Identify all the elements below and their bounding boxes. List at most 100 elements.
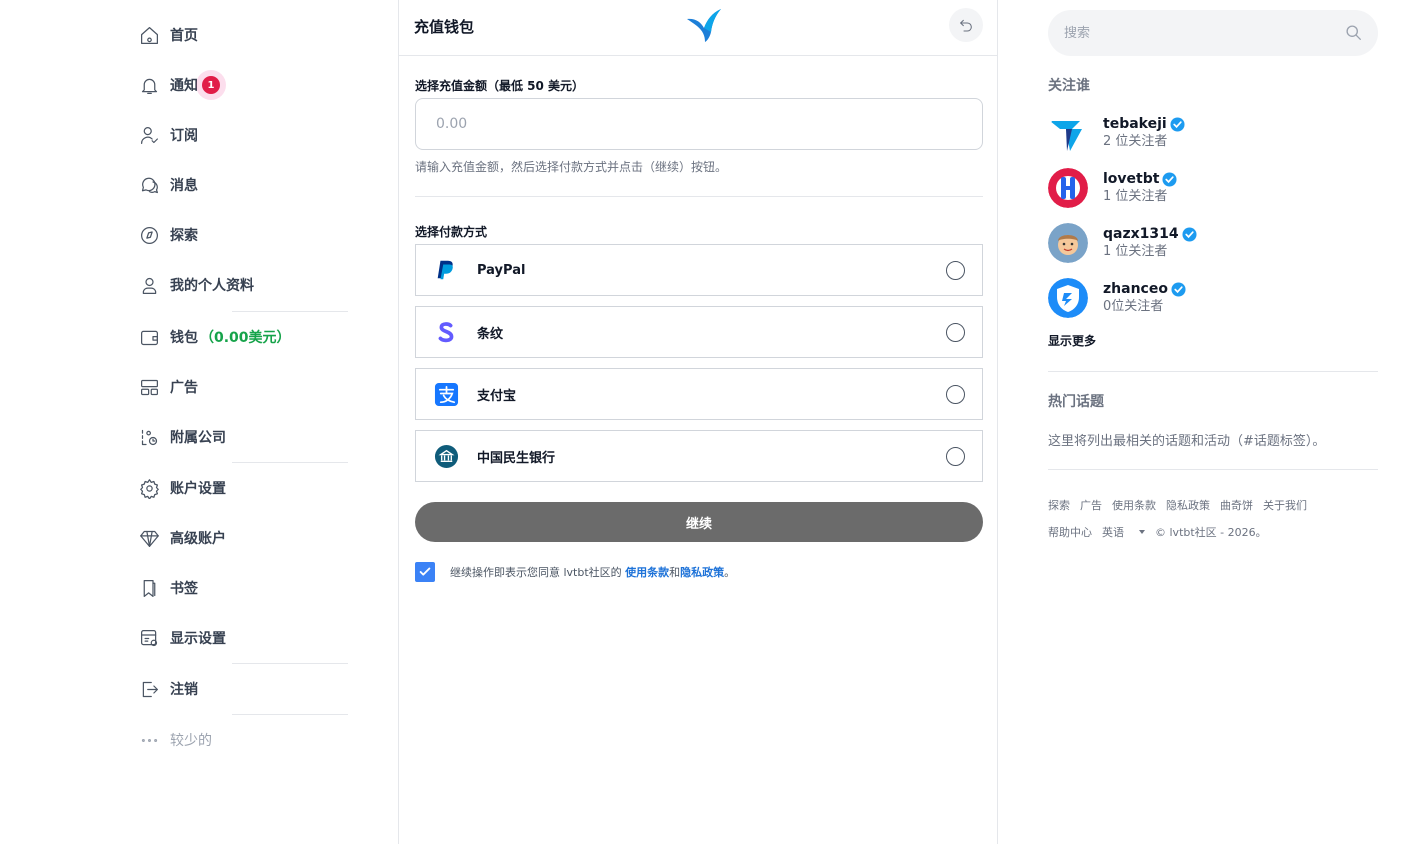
sidebar-item-subscriptions[interactable]: 订阅 [138, 120, 198, 150]
follower-count: 0位关注者 [1103, 299, 1164, 314]
bookmark-icon [138, 577, 160, 599]
payment-option-cmbc[interactable]: 中国民生银行 [415, 430, 983, 482]
layout-icon [138, 376, 160, 398]
sidebar-item-home[interactable]: 首页 [138, 20, 198, 50]
left-sidebar: 首页 通知 1 订阅 消息 探索 我的个人资料 钱包 （0.00美元） 广告 附… [0, 0, 398, 844]
sidebar-item-display-settings[interactable]: 显示设置 [138, 623, 226, 653]
footer-links-row2: 帮助中心 英语 © lvtbt社区 - 2026。 [1048, 524, 1277, 540]
follow-user-item[interactable]: lovetbt 1 位关注者 [1048, 167, 1378, 209]
sidebar-item-notifications[interactable]: 通知 1 [138, 70, 226, 100]
agree-text: 继续操作即表示您同意 lvtbt社区的 使用条款和隐私政策。 [450, 566, 736, 579]
who-to-follow-heading: 关注谁 [1048, 78, 1090, 94]
language-selector[interactable]: 英语 [1102, 524, 1145, 540]
payment-option-stripe[interactable]: 条纹 [415, 306, 983, 358]
sidebar-item-label: 钱包 [170, 330, 198, 346]
sidebar-item-label: 通知 [170, 78, 198, 94]
payment-option-paypal[interactable]: PayPal [415, 244, 983, 296]
footer-link-ads[interactable]: 广告 [1080, 497, 1102, 513]
avatar [1048, 223, 1088, 263]
section-divider [415, 196, 983, 197]
home-icon [138, 24, 160, 46]
username: qazx1314 [1103, 226, 1179, 242]
compass-icon [138, 224, 160, 246]
amount-input[interactable] [415, 98, 983, 150]
chat-icon [138, 174, 160, 196]
undo-icon [960, 19, 972, 32]
sidebar-item-label: 广告 [170, 380, 198, 396]
verified-icon [1182, 227, 1197, 242]
sidebar-item-account-settings[interactable]: 账户设置 [138, 473, 226, 503]
payment-label: 选择付款方式 [415, 225, 488, 239]
radio-button[interactable] [946, 261, 965, 280]
radio-button[interactable] [946, 385, 965, 404]
bird-logo-icon[interactable] [685, 8, 723, 42]
notification-badge: 1 [196, 70, 226, 100]
payment-option-alipay[interactable]: 支付宝 [415, 368, 983, 420]
terms-link[interactable]: 使用条款 [625, 566, 669, 579]
sidebar-item-less[interactable]: 较少的 [138, 725, 212, 755]
sidebar-item-label: 注销 [170, 682, 198, 698]
footer-link-explore[interactable]: 探索 [1048, 497, 1070, 513]
sidebar-item-label: 附属公司 [170, 430, 226, 446]
footer-link-terms[interactable]: 使用条款 [1112, 497, 1156, 513]
amount-label: 选择充值金额（最低 50 美元） [415, 79, 585, 93]
wallet-icon [138, 326, 160, 348]
right-sidebar: 关注谁 tebakeji 2 位关注者 lovetbt 1 位关注者 qazx1… [1048, 0, 1378, 844]
user-check-icon [138, 124, 160, 146]
payment-name: 中国民生银行 [477, 450, 556, 466]
agree-checkbox[interactable] [415, 562, 435, 582]
search-icon[interactable] [1345, 24, 1362, 41]
follow-user-item[interactable]: qazx1314 1 位关注者 [1048, 222, 1378, 264]
section-divider [1048, 469, 1378, 470]
sidebar-item-label: 账户设置 [170, 481, 226, 497]
sidebar-item-label: 消息 [170, 178, 198, 194]
sidebar-item-premium[interactable]: 高级账户 [138, 523, 226, 553]
avatar [1048, 168, 1088, 208]
username: tebakeji [1103, 116, 1167, 132]
search-input[interactable] [1048, 10, 1378, 56]
privacy-link[interactable]: 隐私政策 [680, 566, 724, 579]
wallet-balance: （0.00美元） [200, 330, 291, 346]
sidebar-item-bookmarks[interactable]: 书签 [138, 573, 198, 603]
panel-header: 充值钱包 [399, 0, 997, 56]
copyright: © lvtbt社区 - 2026。 [1155, 526, 1267, 539]
sidebar-item-label: 较少的 [170, 733, 212, 749]
sidebar-item-wallet[interactable]: 钱包 （0.00美元） [138, 322, 291, 352]
verified-icon [1170, 117, 1185, 132]
sidebar-item-label: 书签 [170, 581, 198, 597]
follower-count: 1 位关注者 [1103, 244, 1168, 259]
caret-down-icon [1139, 530, 1145, 534]
sidebar-item-profile[interactable]: 我的个人资料 [138, 270, 254, 300]
section-divider [1048, 371, 1378, 372]
footer-link-privacy[interactable]: 隐私政策 [1166, 497, 1210, 513]
sidebar-item-affiliates[interactable]: 附属公司 [138, 422, 226, 452]
follow-user-item[interactable]: zhanceo 0位关注者 [1048, 277, 1378, 319]
sidebar-item-explore[interactable]: 探索 [138, 220, 198, 250]
radio-button[interactable] [946, 323, 965, 342]
sidebar-item-label: 我的个人资料 [170, 278, 254, 294]
sidebar-item-logout[interactable]: 注销 [138, 674, 198, 704]
show-more-link[interactable]: 显示更多 [1048, 332, 1096, 349]
paypal-icon [433, 257, 459, 283]
back-button[interactable] [949, 8, 983, 42]
display-settings-icon [138, 627, 160, 649]
affiliate-icon [138, 426, 160, 448]
footer-link-help[interactable]: 帮助中心 [1048, 524, 1092, 540]
username: lovetbt [1103, 171, 1160, 187]
sidebar-item-ads[interactable]: 广告 [138, 372, 198, 402]
bank-icon [433, 443, 459, 469]
sidebar-divider [232, 462, 348, 463]
footer-link-cookies[interactable]: 曲奇饼 [1220, 497, 1253, 513]
username: zhanceo [1103, 281, 1168, 297]
sidebar-item-label: 订阅 [170, 128, 198, 144]
logout-icon [138, 678, 160, 700]
follower-count: 2 位关注者 [1103, 134, 1168, 149]
radio-button[interactable] [946, 447, 965, 466]
footer-links: 探索 广告 使用条款 隐私政策 曲奇饼 关于我们 [1048, 497, 1317, 513]
stripe-icon [433, 319, 459, 345]
follow-user-item[interactable]: tebakeji 2 位关注者 [1048, 112, 1378, 154]
continue-button[interactable]: 继续 [415, 502, 983, 542]
footer-link-about[interactable]: 关于我们 [1263, 497, 1307, 513]
wallet-panel: 充值钱包 选择充值金额（最低 50 美元） 请输入充值金额，然后选择付款方式并点… [398, 0, 998, 844]
sidebar-item-messages[interactable]: 消息 [138, 170, 198, 200]
